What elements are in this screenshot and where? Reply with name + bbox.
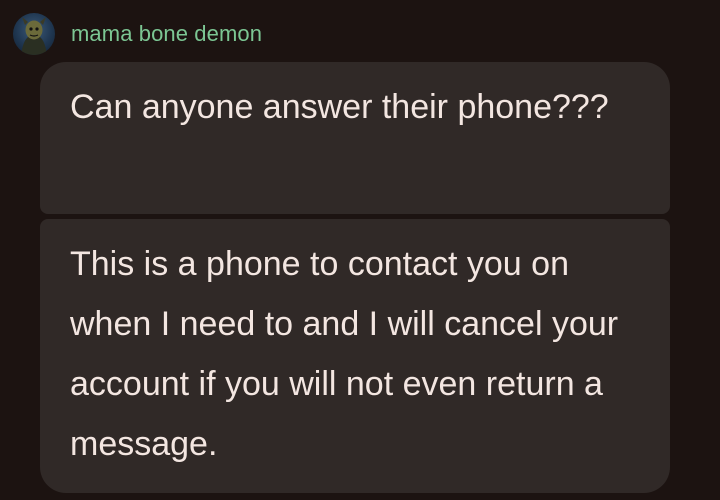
message-bubble[interactable]: Can anyone answer their phone??? <box>40 62 670 214</box>
message-text: This is a phone to contact you on when I… <box>70 245 619 463</box>
message-bubble[interactable]: This is a phone to contact you on when I… <box>40 219 670 493</box>
chat-screen: mama bone demon Can anyone answer their … <box>0 0 720 500</box>
sender-name[interactable]: mama bone demon <box>71 21 262 47</box>
message-text: Can anyone answer their phone??? <box>70 88 609 126</box>
message-sender-header: mama bone demon <box>13 12 262 56</box>
demon-avatar-icon <box>21 17 47 55</box>
sender-avatar[interactable] <box>13 13 55 55</box>
